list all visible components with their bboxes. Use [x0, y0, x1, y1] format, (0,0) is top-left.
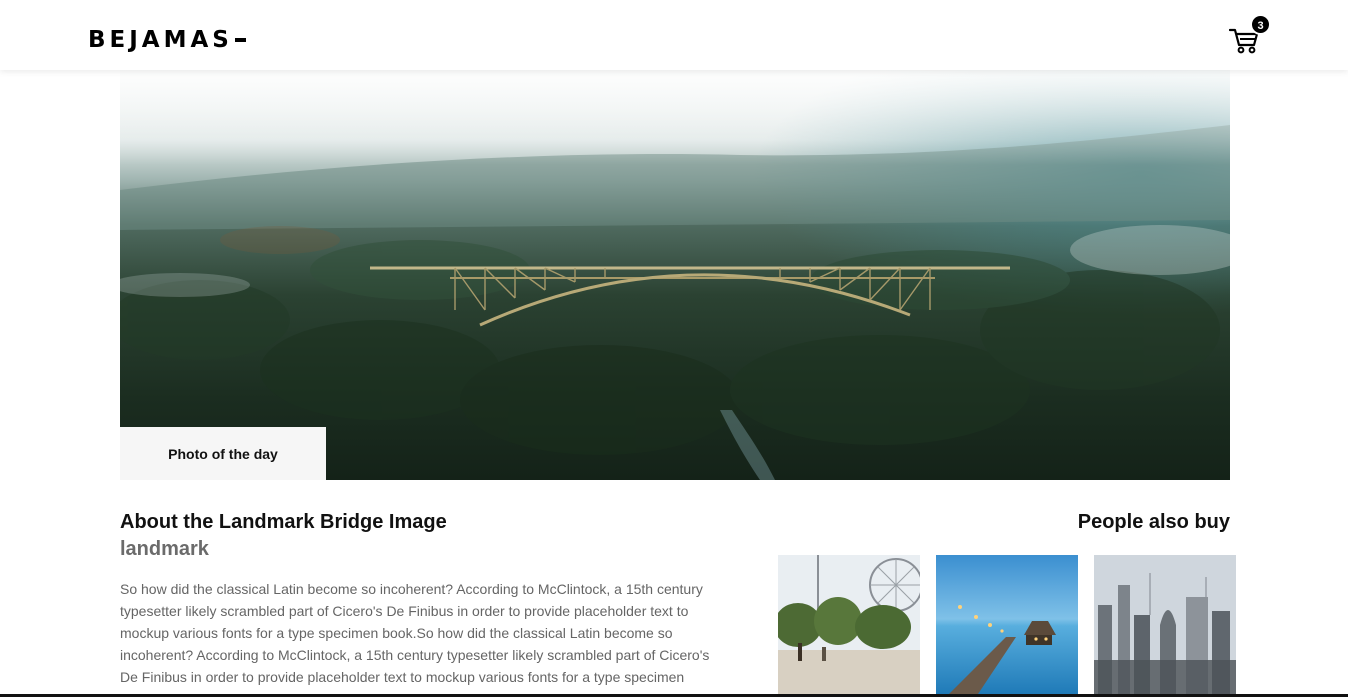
product-description: So how did the classical Latin become so…	[120, 581, 710, 697]
logo-text: BEJAMAS	[88, 27, 233, 53]
logo-dash	[234, 38, 246, 42]
recommendation-ferris-wheel-park[interactable]	[778, 555, 920, 697]
cart-count-badge: 3	[1250, 14, 1271, 35]
product-about: About the Landmark Bridge Image landmark…	[120, 509, 720, 697]
skyline-thumbnail	[1094, 555, 1236, 697]
bridge-forest-photo	[120, 70, 1230, 480]
photo-of-the-day-label: Photo of the day	[120, 427, 326, 480]
site-header: BEJAMAS 3	[0, 0, 1348, 70]
recommendation-city-skyline[interactable]	[1094, 555, 1236, 697]
product-title: About the Landmark Bridge Image	[120, 511, 447, 533]
cart-button[interactable]: 3	[1229, 14, 1271, 56]
ferris-wheel-thumbnail	[778, 555, 920, 697]
brand-logo[interactable]: BEJAMAS	[88, 26, 246, 54]
hero-image: Photo of the day	[120, 70, 1230, 480]
recommendation-pier-at-dusk[interactable]	[936, 555, 1078, 697]
product-category: landmark	[120, 538, 209, 560]
recommendations-title: People also buy	[1077, 511, 1230, 533]
pier-thumbnail	[936, 555, 1078, 697]
